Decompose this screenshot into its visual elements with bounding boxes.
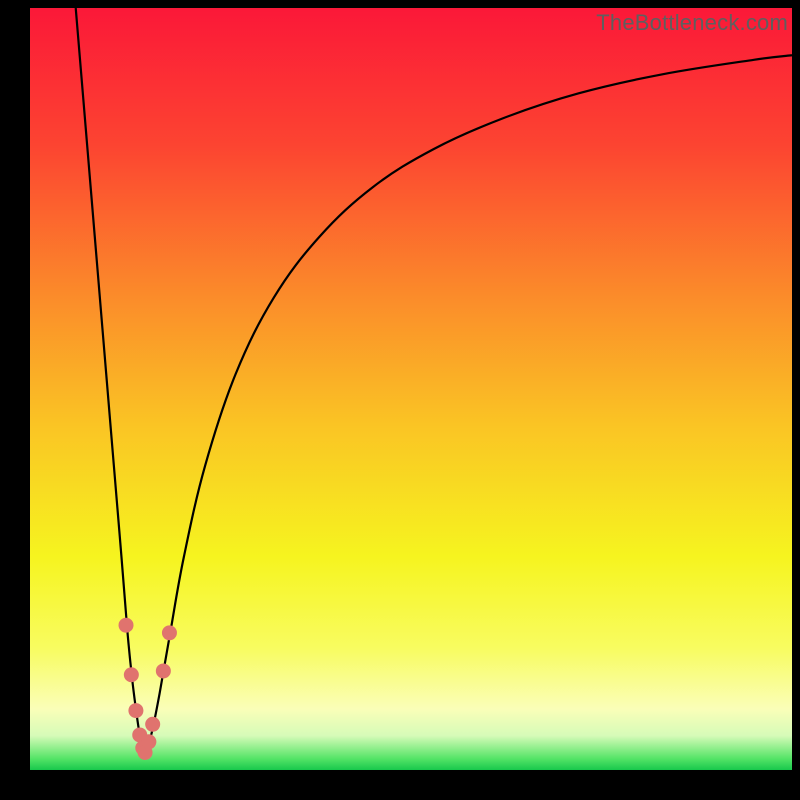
watermark-text: TheBottleneck.com [596,10,788,36]
highlight-marker [145,717,160,732]
highlight-marker [162,625,177,640]
plot-svg [30,8,792,770]
chart-container: { "watermark": "TheBottleneck.com", "col… [0,0,800,800]
highlight-marker [141,734,156,749]
gradient-background [30,8,792,770]
highlight-marker [128,703,143,718]
highlight-marker [119,618,134,633]
plot-area [30,8,792,770]
highlight-marker [156,663,171,678]
highlight-marker [124,667,139,682]
